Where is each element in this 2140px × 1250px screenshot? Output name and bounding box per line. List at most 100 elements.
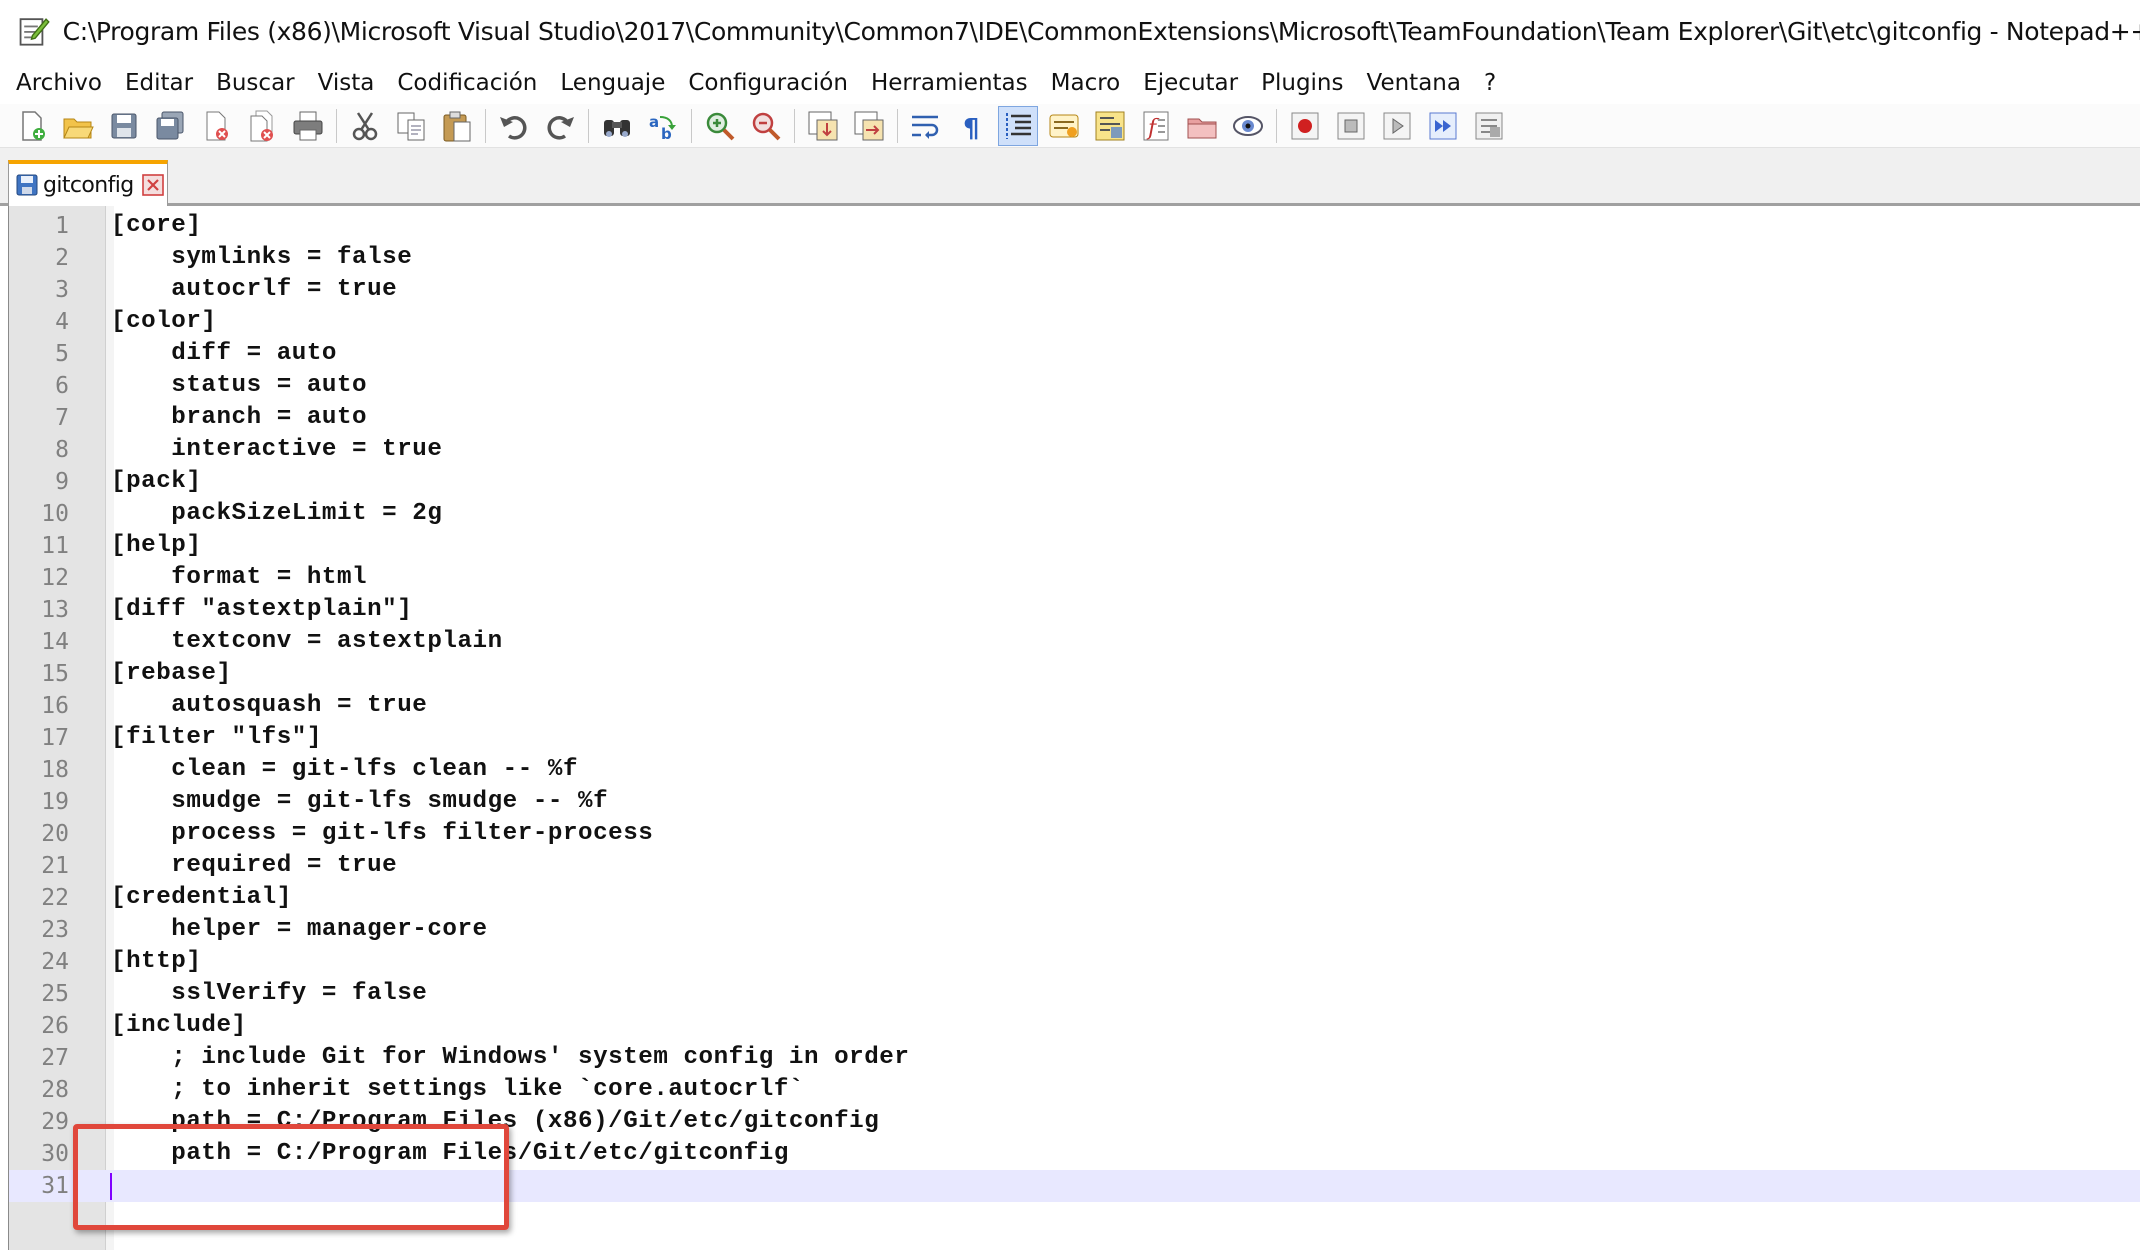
code-line[interactable]: 2 symlinks = false (9, 242, 2140, 274)
undo-icon (500, 115, 527, 140)
open-file-button[interactable] (58, 106, 98, 146)
code-line[interactable]: 7 branch = auto (9, 402, 2140, 434)
run-macro-multiple-button[interactable] (1423, 106, 1463, 146)
line-text: symlinks = false (111, 244, 413, 271)
code-line[interactable]: 16 autosquash = true (9, 690, 2140, 722)
line-number: 21 (41, 853, 69, 879)
menu-archivo[interactable]: Archivo (5, 62, 114, 104)
code-line[interactable]: 28 ; to inherit settings like `core.auto… (9, 1074, 2140, 1106)
code-line[interactable]: 4 [color] (9, 306, 2140, 338)
line-text: [help] (111, 532, 202, 559)
code-line[interactable]: 3 autocrlf = true (9, 274, 2140, 306)
line-number: 11 (41, 533, 69, 559)
toolbar-separator (794, 108, 795, 143)
save-button[interactable] (104, 106, 144, 146)
find-button[interactable] (597, 106, 637, 146)
line-text: packSizeLimit = 2g (111, 500, 443, 527)
code-line[interactable]: 19 smudge = git-lfs smudge -- %f (9, 786, 2140, 818)
folder-workspace-button[interactable] (1182, 106, 1222, 146)
zoom-in-button[interactable] (700, 106, 740, 146)
menu-vista[interactable]: Vista (307, 62, 387, 104)
menu-help[interactable]: ? (1473, 62, 1508, 104)
code-line[interactable]: 13 [diff "astextplain"] (9, 594, 2140, 626)
play-macro-button[interactable] (1377, 106, 1417, 146)
menu-editar[interactable]: Editar (114, 62, 205, 104)
line-number: 8 (55, 437, 69, 463)
code-line[interactable]: 6 status = auto (9, 370, 2140, 402)
code-line[interactable]: 25 sslVerify = false (9, 978, 2140, 1010)
show-all-chars-icon: ¶ (963, 114, 980, 143)
line-text: ; to inherit settings like `core.autocrl… (111, 1076, 804, 1103)
line-number: 19 (41, 789, 69, 815)
code-line[interactable]: 5 diff = auto (9, 338, 2140, 370)
menu-configuraci-n[interactable]: Configuración (677, 62, 860, 104)
menu-lenguaje[interactable]: Lenguaje (549, 62, 677, 104)
line-number: 17 (41, 725, 69, 751)
code-line[interactable]: 9 [pack] (9, 466, 2140, 498)
close-tab-icon[interactable] (141, 174, 164, 196)
undo-button[interactable] (494, 106, 534, 146)
user-language-button[interactable] (1044, 106, 1084, 146)
paste-button[interactable] (437, 106, 477, 146)
code-line[interactable]: 10 packSizeLimit = 2g (9, 498, 2140, 530)
code-line[interactable]: 26 [include] (9, 1010, 2140, 1042)
line-number: 9 (55, 469, 69, 495)
menu-ejecutar[interactable]: Ejecutar (1132, 62, 1250, 104)
code-line[interactable]: 18 clean = git-lfs clean -- %f (9, 754, 2140, 786)
saved-file-icon (16, 174, 38, 196)
code-line[interactable]: 1 [core] (9, 210, 2140, 242)
word-wrap-button[interactable] (906, 106, 946, 146)
code-line[interactable]: 22 [credential] (9, 882, 2140, 914)
code-line[interactable]: 21 required = true (9, 850, 2140, 882)
menu-plugins[interactable]: Plugins (1250, 62, 1355, 104)
new-file-icon (22, 110, 45, 141)
sync-vertical-button[interactable] (803, 106, 843, 146)
toolbar-separator (485, 108, 486, 143)
menu-codificaci-n[interactable]: Codificación (386, 62, 549, 104)
editor[interactable]: 1 [core] 2 symlinks = false 3 autocrlf = tr… (8, 206, 2140, 1250)
copy-button[interactable] (391, 106, 431, 146)
cut-button[interactable] (345, 106, 385, 146)
code-line[interactable]: 11 [help] (9, 530, 2140, 562)
menu-ventana[interactable]: Ventana (1356, 62, 1473, 104)
close-all-button[interactable] (242, 106, 282, 146)
code-line[interactable]: 17 [filter "lfs"] (9, 722, 2140, 754)
doc-map-button[interactable] (1090, 106, 1130, 146)
function-list-button[interactable]: f (1136, 106, 1176, 146)
redo-button[interactable] (540, 106, 580, 146)
save-macro-button[interactable] (1469, 106, 1509, 146)
sync-horizontal-button[interactable] (849, 106, 889, 146)
replace-button[interactable]: ab (643, 106, 683, 146)
code-line[interactable]: 12 format = html (9, 562, 2140, 594)
code-line[interactable]: 20 process = git-lfs filter-process (9, 818, 2140, 850)
menu-buscar[interactable]: Buscar (205, 62, 307, 104)
menu-macro[interactable]: Macro (1040, 62, 1133, 104)
code-line[interactable]: 15 [rebase] (9, 658, 2140, 690)
sync-vertical-icon (808, 111, 838, 140)
record-macro-button[interactable] (1285, 106, 1325, 146)
doc-map-icon (1095, 111, 1125, 140)
line-number: 26 (41, 1013, 69, 1039)
print-icon (293, 111, 323, 140)
line-text: format = html (111, 564, 368, 591)
close-button[interactable] (196, 106, 236, 146)
code-line[interactable]: 8 interactive = true (9, 434, 2140, 466)
indent-guide-button[interactable] (998, 105, 1038, 146)
paste-icon (443, 111, 471, 141)
show-all-chars-button[interactable]: ¶ (952, 106, 992, 146)
line-text: [core] (111, 212, 202, 239)
new-file-button[interactable] (12, 106, 52, 146)
save-all-button[interactable] (150, 106, 190, 146)
stop-macro-button[interactable] (1331, 106, 1371, 146)
editor-lines: 1 [core] 2 symlinks = false 3 autocrlf = tr… (9, 210, 2140, 1202)
code-line[interactable]: 14 textconv = astextplain (9, 626, 2140, 658)
monitoring-button[interactable] (1228, 106, 1268, 146)
zoom-out-button[interactable] (746, 106, 786, 146)
code-line[interactable]: 24 [http] (9, 946, 2140, 978)
code-line[interactable]: 27 ; include Git for Windows' system con… (9, 1042, 2140, 1074)
print-button[interactable] (288, 106, 328, 146)
code-line[interactable]: 23 helper = manager-core (9, 914, 2140, 946)
menu-herramientas[interactable]: Herramientas (860, 62, 1040, 104)
line-number: 24 (41, 949, 69, 975)
tab-gitconfig[interactable]: gitconfig (8, 160, 168, 206)
